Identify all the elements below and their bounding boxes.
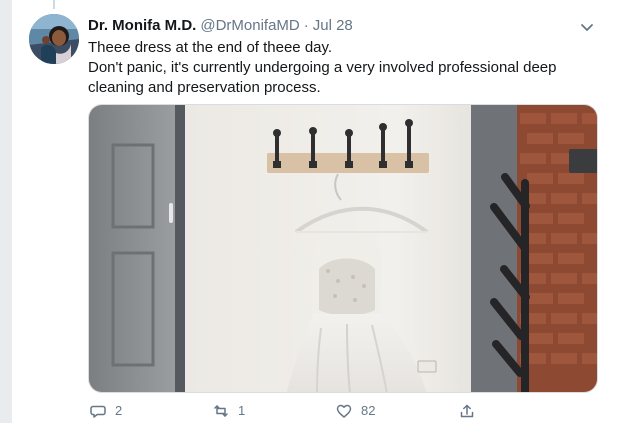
tweet-text-line: Don't panic, it's currently undergoing a… (88, 59, 557, 76)
tweet-actions: 2 1 82 (89, 401, 569, 421)
share-button[interactable] (458, 401, 476, 421)
author-handle[interactable]: @DrMonifaMD (200, 16, 299, 36)
reply-icon (89, 402, 107, 420)
heart-icon (335, 402, 353, 420)
like-button[interactable]: 82 (335, 401, 375, 421)
chevron-down-icon[interactable] (578, 18, 596, 36)
reply-button[interactable]: 2 (89, 401, 122, 421)
tweet-text: Theee dress at the end of theee day. Don… (88, 38, 588, 98)
retweet-button[interactable]: 1 (212, 401, 245, 421)
timestamp-separator: · (303, 17, 309, 34)
tweet-text-line: cleaning and preservation process. (88, 79, 321, 96)
tweet-card[interactable]: Dr. Monifa M.D. @DrMonifaMD · Jul 28 The… (0, 0, 618, 423)
share-icon (458, 402, 476, 420)
retweet-icon (212, 402, 230, 420)
thread-line (53, 0, 55, 9)
tweet-header: Dr. Monifa M.D. @DrMonifaMD · Jul 28 (88, 16, 592, 36)
retweet-count: 1 (238, 403, 246, 418)
tweet-text-line: Theee dress at the end of theee day. (88, 39, 333, 56)
left-rule (0, 0, 12, 423)
avatar[interactable] (29, 14, 79, 64)
author-display-name[interactable]: Dr. Monifa M.D. (88, 16, 196, 36)
reply-count: 2 (115, 403, 123, 418)
tweet-photo[interactable] (88, 104, 598, 393)
like-count: 82 (361, 403, 376, 418)
tweet-timestamp[interactable]: Jul 28 (313, 16, 353, 36)
